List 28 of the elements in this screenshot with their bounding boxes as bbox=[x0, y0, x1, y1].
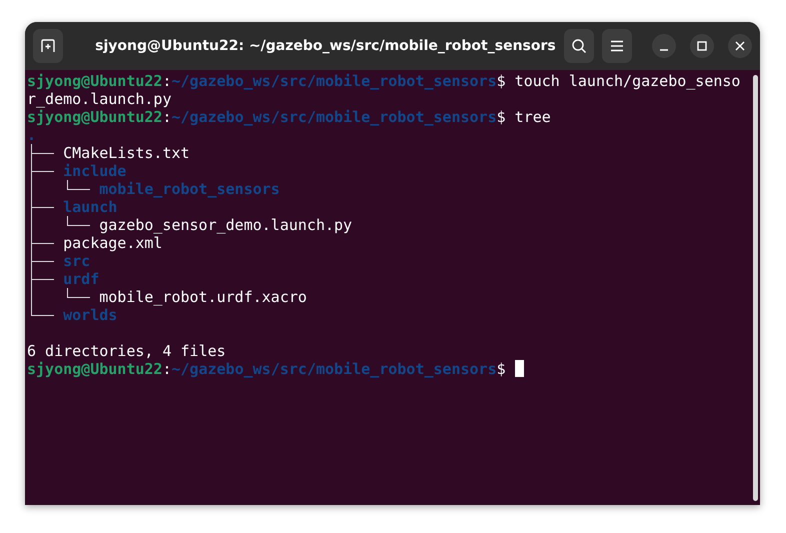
maximize-button[interactable] bbox=[690, 34, 714, 58]
close-button[interactable] bbox=[728, 34, 752, 58]
directory-name: src bbox=[63, 252, 90, 270]
maximize-icon bbox=[697, 41, 708, 51]
menu-button[interactable] bbox=[602, 29, 632, 63]
new-tab-button[interactable] bbox=[33, 29, 64, 63]
command-line: sjyong@Ubuntu22:~/gazebo_ws/src/mobile_robot_sensors$ bbox=[27, 360, 507, 378]
minimize-button[interactable] bbox=[652, 34, 676, 58]
file-name: CMakeLists.txt bbox=[63, 144, 190, 162]
file-name: mobile_robot.urdf.xacro bbox=[99, 288, 307, 306]
close-icon bbox=[735, 41, 746, 51]
directory-name: include bbox=[63, 162, 126, 180]
minimize-icon bbox=[659, 49, 670, 51]
directory-name: . bbox=[27, 126, 36, 144]
directory-name: launch bbox=[63, 198, 118, 216]
directory-name: worlds bbox=[63, 306, 118, 324]
scrollbar[interactable] bbox=[753, 75, 758, 501]
file-name: package.xml bbox=[63, 234, 162, 252]
output-text: 6 directories, 4 files bbox=[27, 342, 226, 360]
search-icon bbox=[570, 38, 587, 54]
directory-name: mobile_robot_sensors bbox=[99, 180, 280, 198]
directory-name: urdf bbox=[63, 270, 100, 288]
window-title: sjyong@Ubuntu22: ~/gazebo_ws/src/mobile_robot_sensors bbox=[94, 38, 556, 54]
command-line: sjyong@Ubuntu22:~/gazebo_ws/src/mobile_robot_sensors$ tree bbox=[27, 108, 551, 126]
new-tab-icon bbox=[40, 38, 56, 54]
menu-icon bbox=[610, 40, 624, 52]
search-button[interactable] bbox=[564, 29, 594, 63]
file-name: gazebo_sensor_demo.launch.py bbox=[99, 216, 352, 234]
